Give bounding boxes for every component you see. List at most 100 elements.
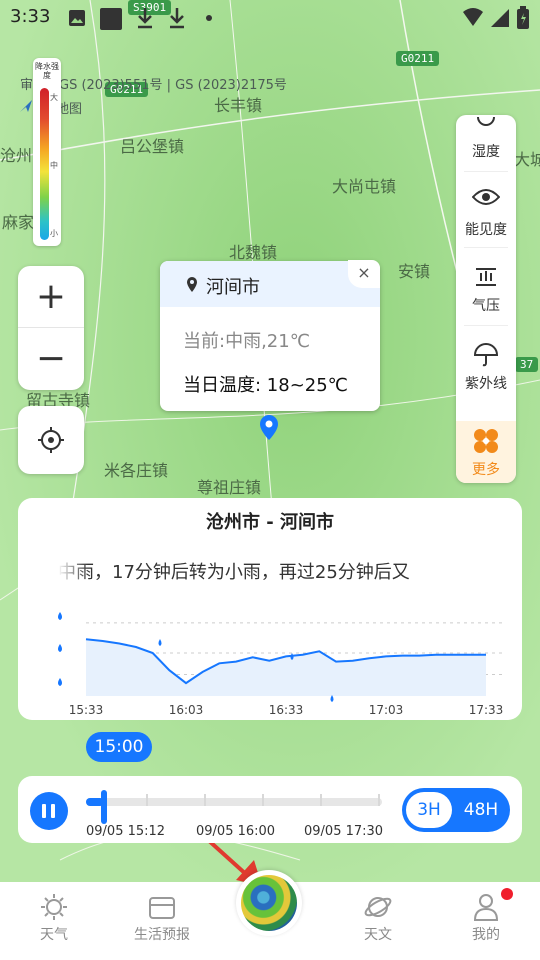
chart-x-tick-label: 17:33 — [469, 703, 504, 717]
more-layers-button[interactable]: 更多 — [456, 421, 516, 483]
humidity-icon — [477, 117, 495, 126]
layer-divider — [464, 247, 508, 248]
chart-x-tick-label: 16:03 — [169, 703, 204, 717]
chart-area — [86, 639, 486, 696]
timeline-slider[interactable] — [86, 798, 382, 806]
fade-right — [448, 554, 478, 588]
locate-button[interactable] — [18, 406, 84, 474]
layer-label: 湿度 — [472, 144, 500, 160]
eye-icon — [472, 189, 500, 205]
rain-light-icon — [58, 678, 62, 686]
place-label: 北魏镇 — [229, 243, 278, 262]
timeline-player: 09/05 15:12 09/05 16:00 09/05 17:30 3H 4… — [18, 776, 522, 843]
zoom-out-button[interactable]: − — [18, 328, 84, 389]
layer-label: 能见度 — [465, 222, 507, 238]
tab-weather[interactable]: 天气 — [4, 892, 104, 944]
download-icon — [170, 8, 184, 29]
layer-uv[interactable]: 紫外线 — [456, 333, 516, 397]
precipitation-legend: 降水强度 大 中 小 — [33, 58, 61, 246]
signal-icon — [491, 9, 509, 27]
range-48h-button[interactable]: 48H — [456, 792, 506, 828]
tab-astronomy[interactable]: 天文 — [328, 892, 428, 944]
place-label: 长丰镇 — [214, 96, 263, 115]
layer-visibility[interactable]: 能见度 — [456, 177, 516, 241]
timeline-thumb[interactable] — [100, 790, 107, 824]
tab-life-forecast[interactable]: 生活预报 — [112, 892, 212, 944]
legend-mid: 中 — [50, 161, 58, 170]
download-icon — [138, 8, 152, 29]
crosshair-icon — [38, 427, 64, 453]
popup-current: 当前:中雨,21℃ — [183, 331, 310, 352]
fade-left — [58, 554, 88, 588]
legend-title: 降水强度 — [35, 62, 59, 80]
current-time-badge: 15:00 — [86, 732, 152, 762]
map-marker-icon[interactable] — [258, 414, 280, 442]
clover-icon — [474, 429, 498, 453]
compass-icon — [20, 100, 32, 112]
forecast-card: 沧州市 - 河间市 中雨，17分钟后转为小雨，再过25分钟后又 15:33 16:… — [18, 498, 522, 720]
legend-color-bar — [40, 88, 49, 240]
planet-icon — [364, 897, 392, 917]
more-dot-icon — [206, 15, 212, 21]
tab-radar[interactable] — [236, 870, 302, 936]
layer-humidity[interactable]: 湿度 — [456, 115, 516, 165]
place-label: 米各庄镇 — [104, 461, 169, 480]
place-label: 安镇 — [398, 262, 431, 281]
pause-icon — [42, 804, 46, 818]
highway-label: 37 — [515, 357, 539, 372]
tab-label: 天文 — [364, 927, 392, 943]
layer-pressure[interactable]: 气压 — [456, 255, 516, 319]
rain-drop-icon — [158, 639, 162, 646]
pause-button[interactable] — [30, 792, 68, 830]
tab-label: 生活预报 — [134, 927, 190, 943]
umbrella-icon — [473, 343, 499, 367]
legend-low: 小 — [50, 229, 58, 238]
rain-medium-icon — [58, 644, 62, 652]
popup-city: 河间市 — [206, 277, 260, 298]
app-icon — [100, 8, 122, 30]
layer-label: 紫外线 — [465, 376, 507, 392]
highway-label: G0211 — [396, 51, 440, 66]
timeline-tick — [320, 794, 322, 806]
precipitation-chart: 15:33 16:03 16:33 17:03 17:33 — [58, 612, 504, 717]
wifi-icon — [463, 8, 483, 26]
rain-heavy-icon — [58, 612, 62, 620]
range-3h-button[interactable]: 3H — [406, 792, 452, 828]
forecast-description: 中雨，17分钟后转为小雨，再过25分钟后又 — [58, 562, 410, 583]
status-time: 3:33 — [10, 6, 51, 27]
layer-panel: 湿度 能见度 气压 紫外线 更多 — [456, 115, 516, 483]
chart-x-tick-label: 16:33 — [269, 703, 304, 717]
tab-mine[interactable]: 我的 — [436, 892, 536, 944]
chart-x-tick-label: 17:03 — [369, 703, 404, 717]
place-label: 大城 — [514, 150, 540, 169]
tab-label: 天气 — [40, 927, 68, 943]
layer-divider — [464, 325, 508, 326]
more-label: 更多 — [472, 462, 500, 478]
range-toggle: 3H 48H — [402, 788, 510, 832]
tab-label: 我的 — [472, 927, 500, 943]
timeline-label: 09/05 15:12 — [86, 824, 166, 839]
image-icon — [69, 10, 85, 26]
radar-icon — [241, 875, 297, 931]
place-label: 大尚屯镇 — [332, 177, 397, 196]
pause-icon — [51, 804, 55, 818]
zoom-in-button[interactable]: + — [18, 266, 84, 327]
person-icon — [473, 894, 499, 921]
sun-icon — [41, 894, 67, 920]
place-label: 沧州 — [0, 146, 33, 165]
zoom-control: + − — [18, 266, 84, 390]
pressure-icon — [476, 268, 496, 286]
notification-dot — [501, 888, 513, 900]
timeline-label: 09/05 17:30 — [304, 824, 384, 839]
legend-high: 大 — [50, 93, 58, 102]
popup-close-button[interactable]: × — [348, 260, 380, 288]
timeline-tick — [378, 794, 380, 806]
status-bar: 3:33 — [0, 0, 540, 36]
layer-divider — [464, 171, 508, 172]
folder-icon — [149, 897, 175, 919]
chart-x-tick-label: 15:33 — [69, 703, 104, 717]
location-pin-icon — [187, 277, 197, 292]
layer-label: 气压 — [472, 298, 500, 314]
battery-icon — [517, 6, 529, 29]
location-popup: 河间市 当前:中雨,21℃ 当日温度: 18~25℃ — [160, 261, 380, 411]
